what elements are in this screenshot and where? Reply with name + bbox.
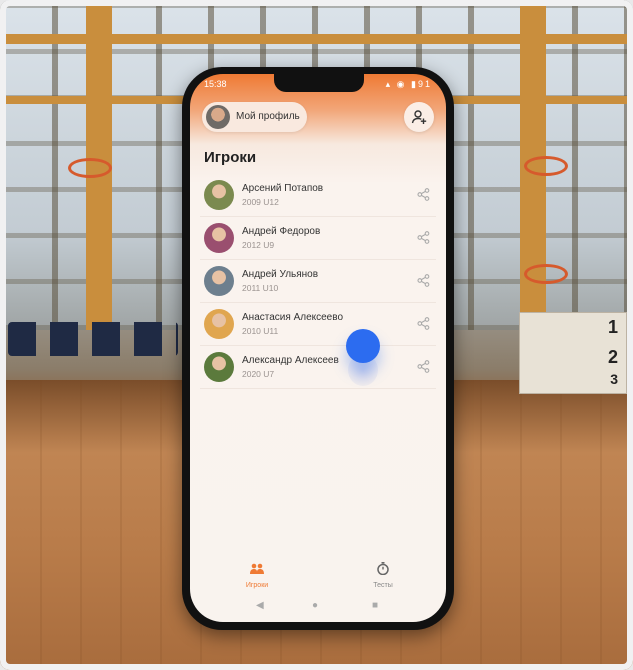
- basket-hoop-left: [68, 158, 112, 178]
- my-profile-label: Мой профиль: [236, 111, 300, 122]
- player-name: Андрей Ульянов: [242, 269, 319, 280]
- players-list: Арсений Потапов 2009 U12 Андрей Федоров 201…: [200, 174, 436, 389]
- my-profile-button[interactable]: Мой профиль: [202, 102, 307, 132]
- share-icon[interactable]: [417, 360, 430, 373]
- player-name: Арсений Потапов: [242, 183, 324, 194]
- basket-hoop-right: [524, 156, 568, 176]
- player-meta: 2011 U10: [242, 283, 279, 293]
- basket-hoop-lower: [524, 264, 568, 284]
- stopwatch-icon: [377, 562, 389, 576]
- system-nav-bar: ◀ ● ■: [190, 598, 446, 616]
- add-user-icon: [411, 110, 427, 124]
- beam-top: [0, 34, 633, 44]
- add-player-button[interactable]: [404, 102, 434, 132]
- status-bar: 15:38 ▴ ◉ ▮91: [204, 78, 432, 92]
- nav-recents-icon[interactable]: ■: [372, 600, 378, 611]
- nav-back-icon[interactable]: ◀: [256, 600, 264, 611]
- touch-indicator: [346, 329, 380, 363]
- bottom-tab-bar: Игроки Тесты: [190, 562, 446, 592]
- player-meta: 2020 U7: [242, 369, 275, 379]
- phone-frame: 15:38 ▴ ◉ ▮91 Мой профиль Игроки Арсений…: [182, 67, 454, 630]
- tab-tests[interactable]: Тесты: [353, 562, 413, 589]
- player-row[interactable]: Александр Алексеев 2020 U7: [200, 346, 436, 389]
- tab-players[interactable]: Игроки: [227, 562, 287, 589]
- share-icon[interactable]: [417, 274, 430, 287]
- player-name: Анастасия Алексеево: [242, 312, 344, 323]
- player-name: Александр Алексеев: [242, 355, 339, 366]
- avatar: [206, 105, 230, 129]
- share-icon[interactable]: [417, 188, 430, 201]
- spectator-seats: [8, 322, 178, 356]
- player-avatar: [204, 266, 234, 296]
- battery-level: 91: [417, 79, 432, 89]
- player-meta: 2012 U9: [242, 240, 275, 250]
- player-avatar: [204, 352, 234, 382]
- nav-home-icon[interactable]: ●: [312, 600, 318, 611]
- status-icons: ▴ ◉ ▮91: [385, 79, 432, 89]
- player-row[interactable]: Арсений Потапов 2009 U12: [200, 174, 436, 217]
- page-title: Игроки: [204, 149, 257, 166]
- status-time: 15:38: [204, 79, 227, 89]
- player-name: Андрей Федоров: [242, 226, 321, 237]
- app-screen: 15:38 ▴ ◉ ▮91 Мой профиль Игроки Арсений…: [190, 74, 446, 622]
- tab-tests-label: Тесты: [373, 582, 393, 589]
- player-avatar: [204, 223, 234, 253]
- player-avatar: [204, 180, 234, 210]
- tab-players-label: Игроки: [245, 582, 269, 589]
- share-icon[interactable]: [417, 231, 430, 244]
- player-meta: 2009 U12: [242, 197, 279, 207]
- player-row[interactable]: Анастасия Алексеево 2010 U11: [200, 303, 436, 346]
- player-row[interactable]: Андрей Ульянов 2011 U10: [200, 260, 436, 303]
- podium: 123: [519, 312, 627, 394]
- player-meta: 2010 U11: [242, 326, 279, 336]
- player-row[interactable]: Андрей Федоров 2012 U9: [200, 217, 436, 260]
- share-icon[interactable]: [417, 317, 430, 330]
- player-avatar: [204, 309, 234, 339]
- players-tab-icon: [250, 563, 264, 574]
